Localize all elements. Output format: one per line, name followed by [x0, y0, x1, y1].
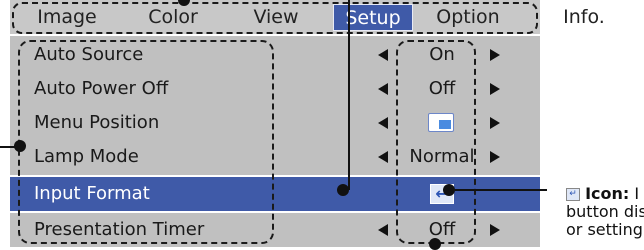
- right-arrow-icon[interactable]: [490, 49, 500, 61]
- left-arrow-icon[interactable]: [378, 224, 388, 236]
- right-arrow-icon[interactable]: [490, 224, 500, 236]
- left-arrow-icon[interactable]: [378, 151, 388, 163]
- callout-line: [455, 189, 547, 191]
- callout-dot: [337, 184, 349, 196]
- icon-annotation: ↵ Icon: I button dis or setting: [566, 185, 644, 239]
- right-arrow-icon[interactable]: [490, 151, 500, 163]
- left-arrow-icon[interactable]: [378, 83, 388, 95]
- left-arrow-icon[interactable]: [378, 117, 388, 129]
- tab-bar-outline: [12, 2, 538, 34]
- annotation-line: or setting: [566, 220, 643, 239]
- left-arrow-icon[interactable]: [378, 49, 388, 61]
- callout-dot: [443, 184, 455, 196]
- annotation-line: button dis: [566, 202, 644, 221]
- callout-dot: [14, 140, 26, 152]
- enter-icon: ↵: [566, 188, 580, 201]
- tab-info[interactable]: Info.: [554, 4, 614, 31]
- right-arrow-icon[interactable]: [490, 117, 500, 129]
- callout-line: [348, 0, 350, 190]
- annotation-title: Icon:: [585, 184, 630, 203]
- item-values-outline: [396, 40, 476, 244]
- annotation-title-tail: I: [629, 184, 640, 203]
- projector-osd-menu: Image Color View Setup Option Info. Auto…: [10, 0, 605, 247]
- callout-dot: [429, 238, 441, 250]
- right-arrow-icon[interactable]: [490, 83, 500, 95]
- item-names-outline: [18, 40, 274, 244]
